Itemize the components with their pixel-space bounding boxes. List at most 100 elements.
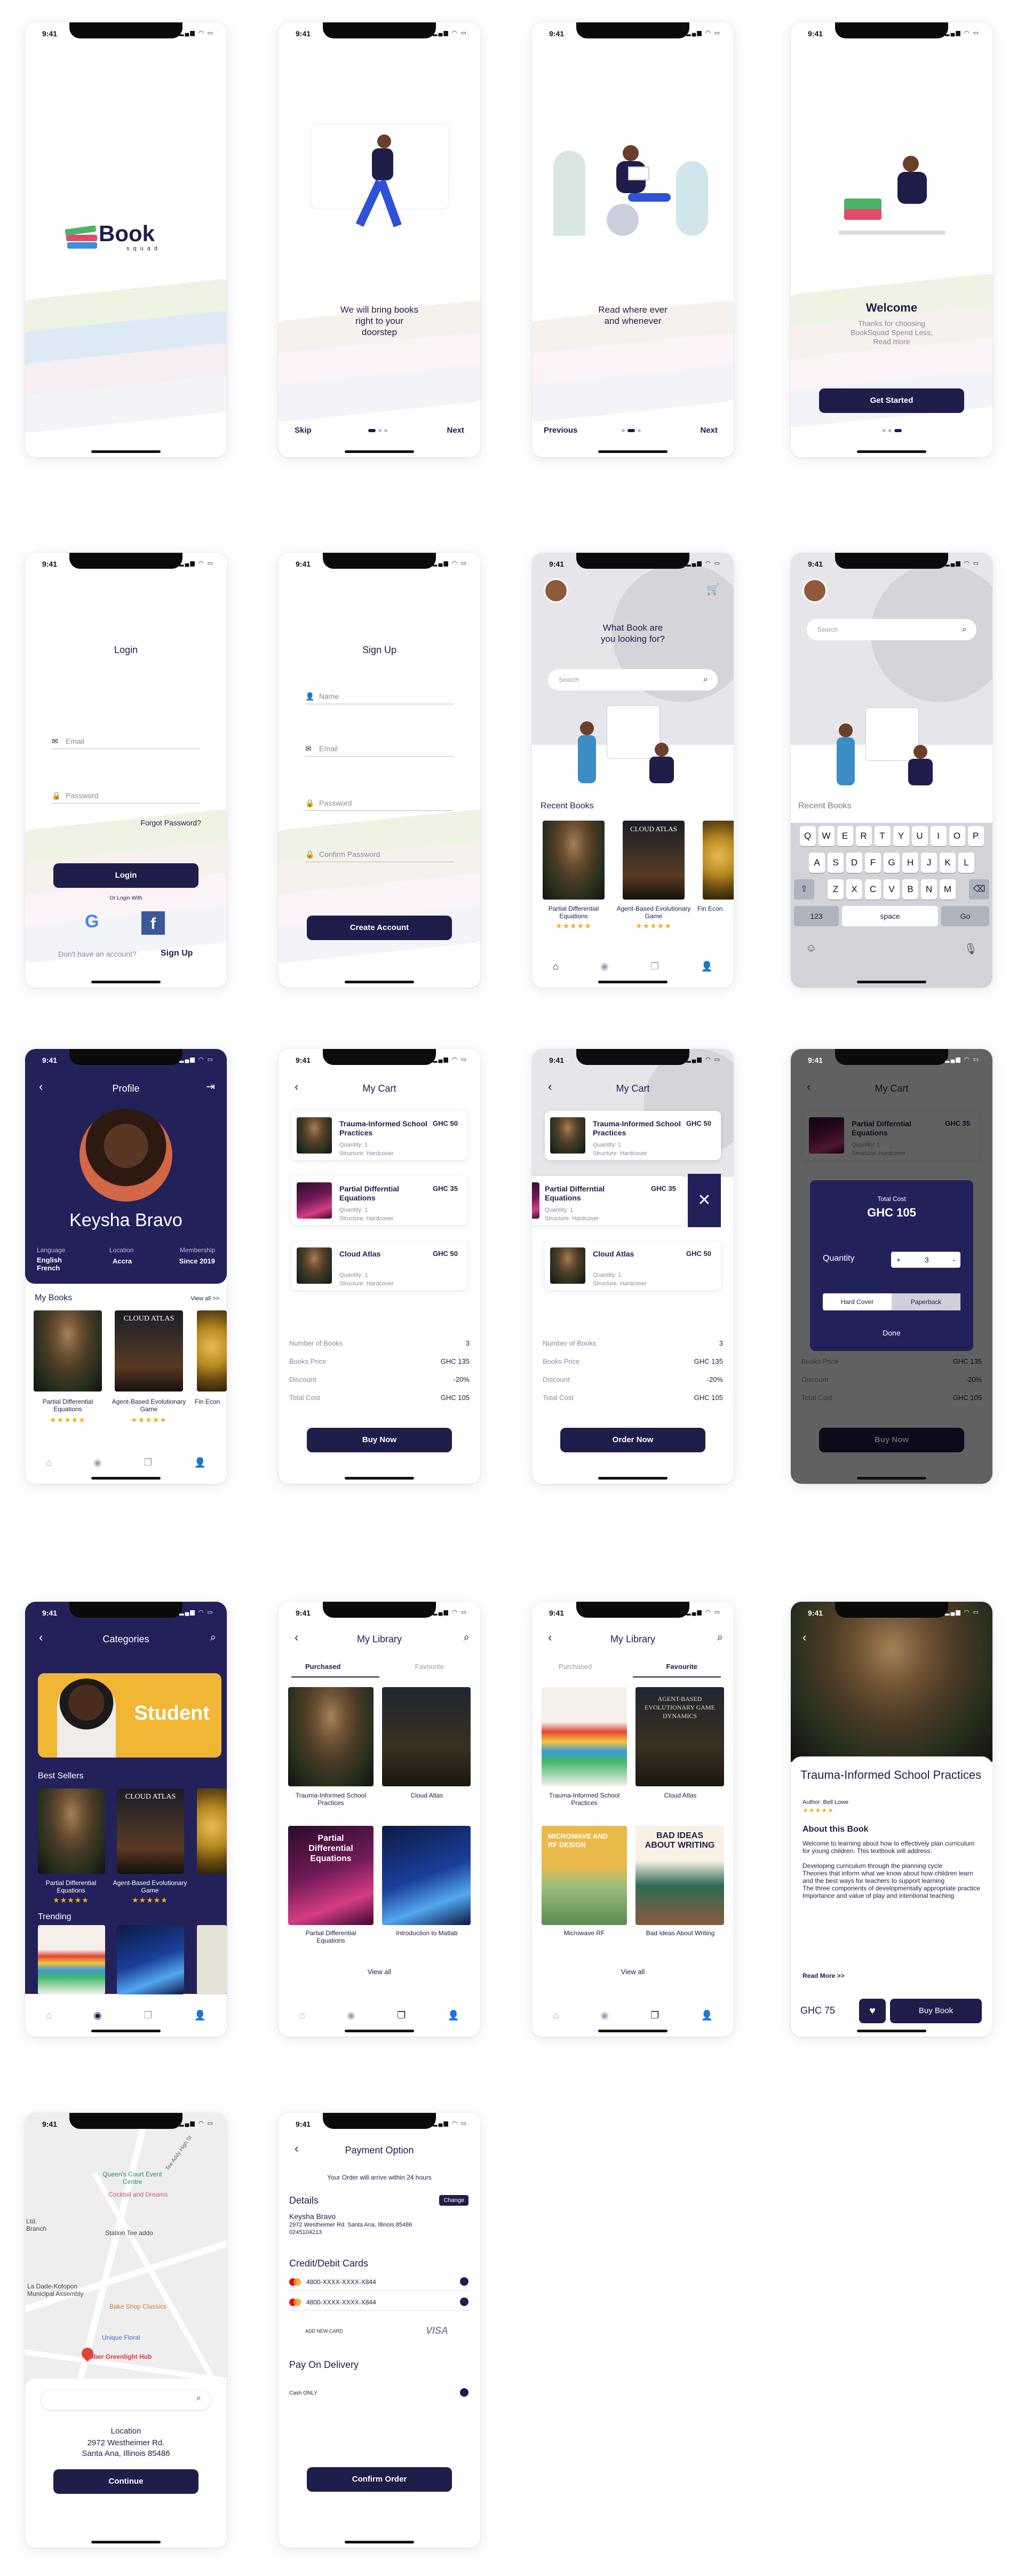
search-input[interactable]: Search ⌕ [548, 669, 718, 690]
explore-tab-icon[interactable]: ◉ [93, 1457, 102, 1468]
buy-book-button[interactable]: Buy Book [890, 1999, 982, 2023]
key-n[interactable]: N [921, 879, 937, 900]
library-tab-icon[interactable]: ❐ [144, 1457, 152, 1468]
search-input[interactable]: ⌕ [41, 2390, 211, 2410]
library-tab-icon[interactable]: ❐ [650, 2010, 659, 2021]
buy-now-button[interactable]: Buy Now [307, 1428, 452, 1452]
explore-tab-icon[interactable]: ◉ [347, 2010, 355, 2021]
profile-tab-icon[interactable]: 👤 [194, 2010, 205, 2021]
key-h[interactable]: H [902, 853, 918, 873]
book-cover-fin[interactable] [703, 821, 734, 900]
book-cover-partial[interactable] [543, 821, 605, 900]
book-cover-cloud-atlas[interactable]: AGENT-BASED EVOLUTIONARY GAME DYNAMICS [635, 1687, 724, 1786]
cart-item[interactable]: Cloud Atlas GHC 50 Quantity: 1 Structure: H… [545, 1241, 721, 1290]
email-field[interactable]: ✉ Email [52, 733, 200, 749]
read-more-link[interactable]: Read More >> [803, 1972, 845, 1979]
book-cover-partial[interactable]: Partial Differential Equations [288, 1826, 374, 1925]
space-key[interactable]: space [842, 906, 938, 926]
google-icon[interactable]: G [85, 911, 99, 932]
cash-radio[interactable] [460, 2388, 468, 2397]
library-tab-icon[interactable]: ❐ [650, 961, 659, 972]
key-s[interactable]: S [828, 853, 844, 873]
key-c[interactable]: C [865, 879, 881, 900]
book-cover-partial[interactable] [34, 1310, 102, 1392]
login-button[interactable]: Login [53, 863, 198, 888]
book-cover-trauma[interactable] [288, 1687, 374, 1786]
key-g[interactable]: G [884, 853, 900, 873]
home-tab-icon[interactable]: ⌂ [553, 961, 559, 972]
tab-purchased[interactable]: Purchased [305, 1663, 340, 1671]
book-cover-cloud-atlas[interactable]: CLOUD ATLAS [117, 1788, 184, 1874]
card-radio[interactable] [460, 2297, 468, 2306]
key-f[interactable]: F [865, 853, 881, 873]
home-tab-icon[interactable]: ⌂ [46, 1457, 52, 1468]
key-d[interactable]: D [846, 853, 862, 873]
add-new-card-link[interactable]: ADD NEW CARD [305, 2328, 343, 2334]
book-cover-trending[interactable] [117, 1925, 184, 1994]
get-started-button[interactable]: Get Started [819, 388, 964, 413]
book-cover-microwave[interactable]: MICROWAVE AND RF DESIGN [542, 1826, 627, 1925]
key-k[interactable]: K [940, 853, 956, 873]
book-cover-fin[interactable] [197, 1310, 227, 1392]
avatar[interactable] [803, 578, 827, 603]
book-cover-trauma[interactable] [542, 1687, 627, 1786]
cart-icon[interactable]: 🛒 [706, 583, 720, 596]
key-j[interactable]: J [921, 853, 937, 873]
emoji-icon[interactable]: ☺ [806, 942, 816, 955]
tab-purchased[interactable]: Purchased [559, 1663, 592, 1671]
hard-cover-option[interactable]: Hard Cover [823, 1293, 892, 1310]
book-cover-trending[interactable] [38, 1925, 105, 1994]
library-tab-icon[interactable]: ❐ [144, 2010, 152, 2021]
paperback-option[interactable]: Paperback [892, 1293, 960, 1310]
key-r[interactable]: R [855, 826, 872, 846]
increment-button[interactable]: - [952, 1255, 955, 1264]
email-field[interactable]: ✉ Email [305, 741, 454, 757]
name-field[interactable]: 👤 Name [305, 688, 454, 704]
explore-tab-icon[interactable]: ◉ [600, 961, 609, 972]
done-button[interactable]: Done [810, 1329, 973, 1337]
explore-tab-icon[interactable]: ◉ [600, 2010, 609, 2021]
view-all-link[interactable]: View all [279, 1968, 480, 1976]
book-cover-fin[interactable] [197, 1788, 227, 1874]
continue-button[interactable]: Continue [53, 2469, 198, 2494]
student-category-banner[interactable]: Student [38, 1673, 221, 1758]
profile-tab-icon[interactable]: 👤 [194, 1457, 205, 1468]
order-now-button[interactable]: Order Now [560, 1428, 705, 1452]
view-all-link[interactable]: View all [532, 1968, 734, 1976]
sign-up-link[interactable]: Sign Up [161, 949, 193, 958]
profile-tab-icon[interactable]: 👤 [701, 2010, 712, 2021]
explore-tab-icon[interactable]: ◉ [93, 2010, 102, 2021]
book-cover-matlab[interactable] [382, 1826, 471, 1925]
cart-item-swiped[interactable]: Partial Differntial Equations GHC 35 Quant… [532, 1176, 686, 1225]
home-tab-icon[interactable]: ⌂ [553, 2010, 559, 2021]
book-cover-cloud-atlas[interactable]: CLOUD ATLAS [115, 1310, 183, 1392]
search-icon[interactable]: ⌕ [210, 1632, 216, 1644]
search-icon[interactable]: ⌕ [717, 1632, 723, 1644]
key-i[interactable]: I [930, 826, 947, 846]
home-tab-icon[interactable]: ⌂ [46, 2010, 52, 2021]
key-m[interactable]: M [940, 879, 956, 900]
search-icon[interactable]: ⌕ [464, 1632, 470, 1644]
favourite-heart-icon[interactable]: ♥ [859, 1999, 886, 2023]
key-p[interactable]: P [967, 826, 984, 846]
forgot-password-link[interactable]: Forgot Password? [140, 818, 201, 827]
book-cover-cloud-atlas[interactable]: CLOUD ATLAS [623, 821, 685, 900]
profile-tab-icon[interactable]: 👤 [447, 2010, 459, 2021]
microphone-icon[interactable]: 🎙 [964, 942, 978, 956]
key-t[interactable]: T [874, 826, 891, 846]
avatar[interactable] [544, 578, 568, 603]
book-cover-cloud-atlas[interactable] [382, 1687, 471, 1786]
key-w[interactable]: W [818, 826, 835, 846]
go-key[interactable]: Go [941, 906, 989, 926]
key-y[interactable]: Y [893, 826, 909, 846]
cart-item[interactable]: Trauma-Informed School Practices GHC 50 Qu… [545, 1111, 721, 1160]
book-cover-trending[interactable] [197, 1925, 227, 1994]
logout-icon[interactable]: ⇥ [206, 1080, 215, 1093]
card-radio[interactable] [460, 2277, 468, 2286]
cart-item[interactable]: Cloud Atlas GHC 50 Quantity: 1 Structure: H… [291, 1241, 467, 1290]
key-l[interactable]: L [958, 853, 974, 873]
profile-tab-icon[interactable]: 👤 [701, 961, 712, 972]
create-account-button[interactable]: Create Account [307, 916, 452, 940]
password-field[interactable]: 🔒 Password [305, 795, 454, 811]
confirm-password-field[interactable]: 🔒 Confirm Password [305, 846, 454, 862]
